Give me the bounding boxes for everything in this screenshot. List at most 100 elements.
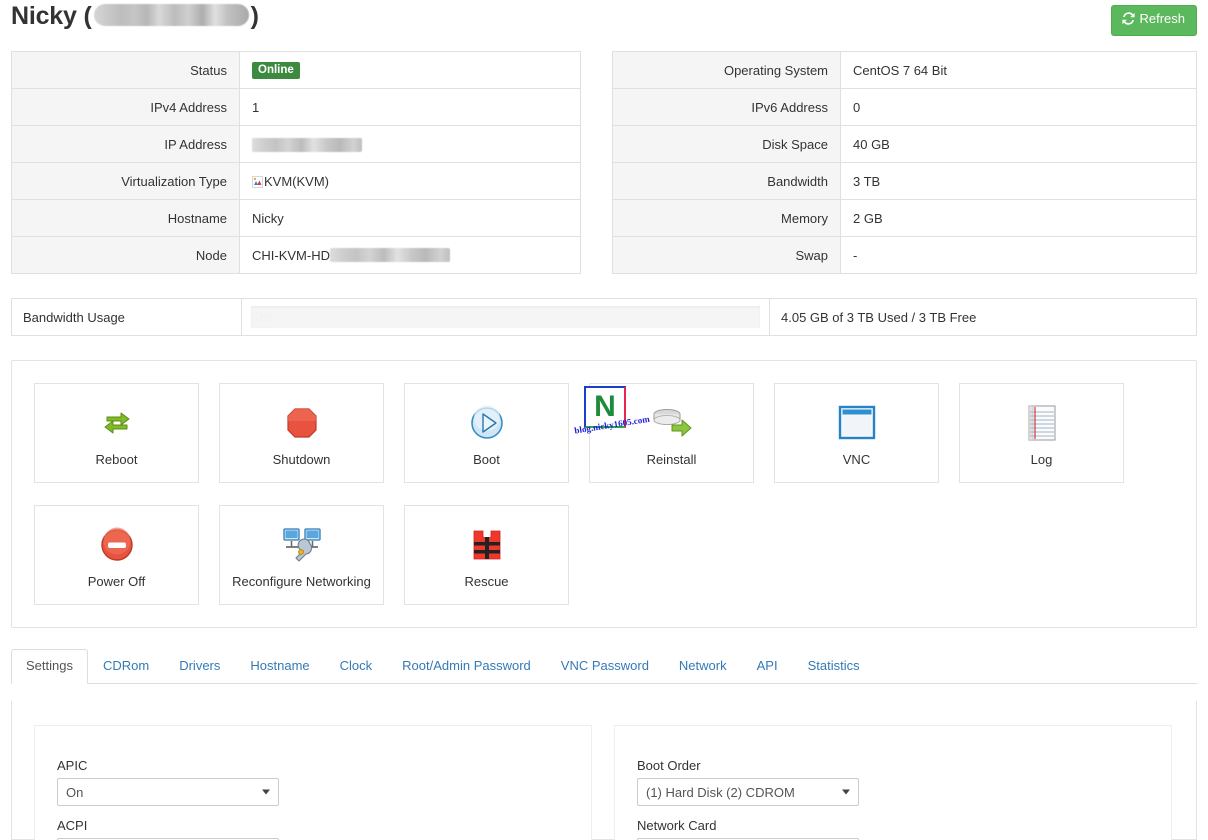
- tab-label: Clock: [339, 658, 373, 674]
- table-row: Swap -: [612, 236, 1197, 274]
- tab-hostname[interactable]: Hostname: [235, 649, 324, 684]
- action-power-off[interactable]: Power Off: [34, 505, 199, 605]
- network-wrench-icon: [280, 522, 324, 568]
- tab-label: API: [756, 658, 778, 674]
- row-key-bandwidth: Bandwidth: [612, 162, 841, 200]
- reboot-icon: [97, 400, 137, 446]
- row-key-operating-system: Operating System: [612, 51, 841, 89]
- row-key-virtualization-type: Virtualization Type: [11, 162, 240, 200]
- server-info-table-right: Operating System CentOS 7 64 Bit IPv6 Ad…: [612, 51, 1197, 274]
- action-boot[interactable]: Boot: [404, 383, 569, 483]
- page-title-prefix: Nicky (: [11, 2, 92, 30]
- row-value-operating-system: CentOS 7 64 Bit: [840, 51, 1197, 89]
- tab-vnc-password[interactable]: VNC Password: [546, 649, 664, 684]
- stop-octagon-icon: [282, 400, 322, 446]
- tab-api[interactable]: API: [742, 649, 793, 684]
- table-row: IP Address: [11, 125, 581, 163]
- refresh-icon: [1122, 12, 1136, 29]
- field-network-card: Network Card Virtio: [637, 818, 859, 840]
- field-label-network-card: Network Card: [637, 818, 717, 833]
- bandwidth-progress-cell: 0%: [242, 299, 770, 335]
- tab-label: Statistics: [807, 658, 860, 674]
- table-row: IPv4 Address 1: [11, 88, 581, 126]
- boot-order-select[interactable]: (1) Hard Disk (2) CDROM: [637, 778, 859, 806]
- tab-label: Settings: [26, 658, 73, 674]
- table-row: Bandwidth 3 TB: [612, 162, 1197, 200]
- settings-tab-bar: Settings CDRom Drivers Hostname Clock Ro…: [11, 649, 1197, 684]
- settings-tab-content: APIC On ACPI On Boot Order (1) Hard Disk…: [11, 701, 1197, 840]
- action-rescue[interactable]: Rescue: [404, 505, 569, 605]
- broken-image-icon: [252, 175, 263, 188]
- settings-form-right-column: Boot Order (1) Hard Disk (2) CDROM Netwo…: [614, 725, 1172, 840]
- row-value-status: Online: [239, 51, 581, 89]
- actions-row-secondary: Power Off Reconfigure Networking Rescue: [34, 505, 569, 605]
- tab-label: Root/Admin Password: [402, 658, 531, 674]
- action-label: Shutdown: [272, 451, 331, 467]
- row-key-hostname: Hostname: [11, 199, 240, 237]
- action-reconfigure-networking[interactable]: Reconfigure Networking: [219, 505, 384, 605]
- action-reinstall[interactable]: Reinstall: [589, 383, 754, 483]
- redacted-node-suffix: [330, 247, 450, 262]
- action-label: VNC: [842, 451, 871, 467]
- settings-form-left-column: APIC On ACPI On: [34, 725, 592, 840]
- table-row: Disk Space 40 GB: [612, 125, 1197, 163]
- row-value-ipv4: 1: [239, 88, 581, 126]
- tab-network[interactable]: Network: [664, 649, 742, 684]
- tab-settings[interactable]: Settings: [11, 649, 88, 684]
- action-reboot[interactable]: Reboot: [34, 383, 199, 483]
- action-vnc[interactable]: VNC: [774, 383, 939, 483]
- row-key-memory: Memory: [612, 199, 841, 237]
- tab-label: Drivers: [179, 658, 221, 674]
- refresh-button-label: Refresh: [1139, 11, 1185, 26]
- row-key-status: Status: [11, 51, 240, 89]
- table-row: Operating System CentOS 7 64 Bit: [612, 51, 1197, 89]
- table-row: Hostname Nicky: [11, 199, 581, 237]
- refresh-button[interactable]: Refresh: [1111, 5, 1197, 36]
- row-key-node: Node: [11, 236, 240, 274]
- boot-order-select-value: (1) Hard Disk (2) CDROM: [646, 784, 795, 800]
- chevron-down-icon: [262, 789, 270, 795]
- field-boot-order: Boot Order (1) Hard Disk (2) CDROM: [637, 758, 859, 806]
- table-row: Status Online: [11, 51, 581, 89]
- table-row: Virtualization Type KVM(KVM): [11, 162, 581, 200]
- apic-select[interactable]: On: [57, 778, 279, 806]
- field-label-acpi: ACPI: [57, 818, 88, 833]
- row-value-virtualization-type: KVM(KVM): [239, 162, 581, 200]
- field-label-apic: APIC: [57, 758, 88, 773]
- redacted-ip-address: [252, 137, 362, 152]
- action-label: Power Off: [87, 573, 146, 589]
- tab-statistics[interactable]: Statistics: [793, 649, 875, 684]
- row-key-ipv4: IPv4 Address: [11, 88, 240, 126]
- table-row: IPv6 Address 0: [612, 88, 1197, 126]
- tab-root-admin-password[interactable]: Root/Admin Password: [387, 649, 546, 684]
- server-info-table-left: Status Online IPv4 Address 1 IP Address …: [11, 51, 581, 274]
- row-key-swap: Swap: [612, 236, 841, 274]
- row-key-ip-address: IP Address: [11, 125, 240, 163]
- window-icon: [838, 400, 876, 446]
- action-label: Reconfigure Networking: [232, 573, 371, 589]
- action-label: Reboot: [95, 451, 138, 467]
- power-off-icon: [97, 522, 137, 568]
- tab-clock[interactable]: Clock: [325, 649, 388, 684]
- action-label: Log: [1030, 451, 1053, 467]
- table-row: Memory 2 GB: [612, 199, 1197, 237]
- apic-select-value: On: [66, 784, 84, 800]
- row-value-disk-space: 40 GB: [840, 125, 1197, 163]
- status-badge: Online: [252, 61, 300, 80]
- row-value-ip-address: [239, 125, 581, 163]
- tab-cdrom[interactable]: CDRom: [88, 649, 164, 684]
- action-label: Boot: [473, 451, 500, 467]
- field-apic: APIC On: [57, 758, 279, 806]
- tab-label: CDRom: [102, 658, 150, 674]
- vps-management-page: Nicky () Refresh Status Online IPv4 Addr…: [0, 0, 1208, 840]
- server-actions-panel: Reboot Shutdown Boot Reinstall VNC Log P…: [11, 360, 1197, 628]
- action-log[interactable]: Log: [959, 383, 1124, 483]
- row-value-bandwidth: 3 TB: [840, 162, 1197, 200]
- row-key-ipv6: IPv6 Address: [612, 88, 841, 126]
- action-shutdown[interactable]: Shutdown: [219, 383, 384, 483]
- bandwidth-usage-label: Bandwidth Usage: [12, 299, 242, 335]
- tab-drivers[interactable]: Drivers: [164, 649, 235, 684]
- field-label-boot-order: Boot Order: [637, 758, 701, 773]
- bandwidth-percent-label: 0%: [255, 310, 273, 324]
- bandwidth-summary-text: 4.05 GB of 3 TB Used / 3 TB Free: [781, 309, 977, 325]
